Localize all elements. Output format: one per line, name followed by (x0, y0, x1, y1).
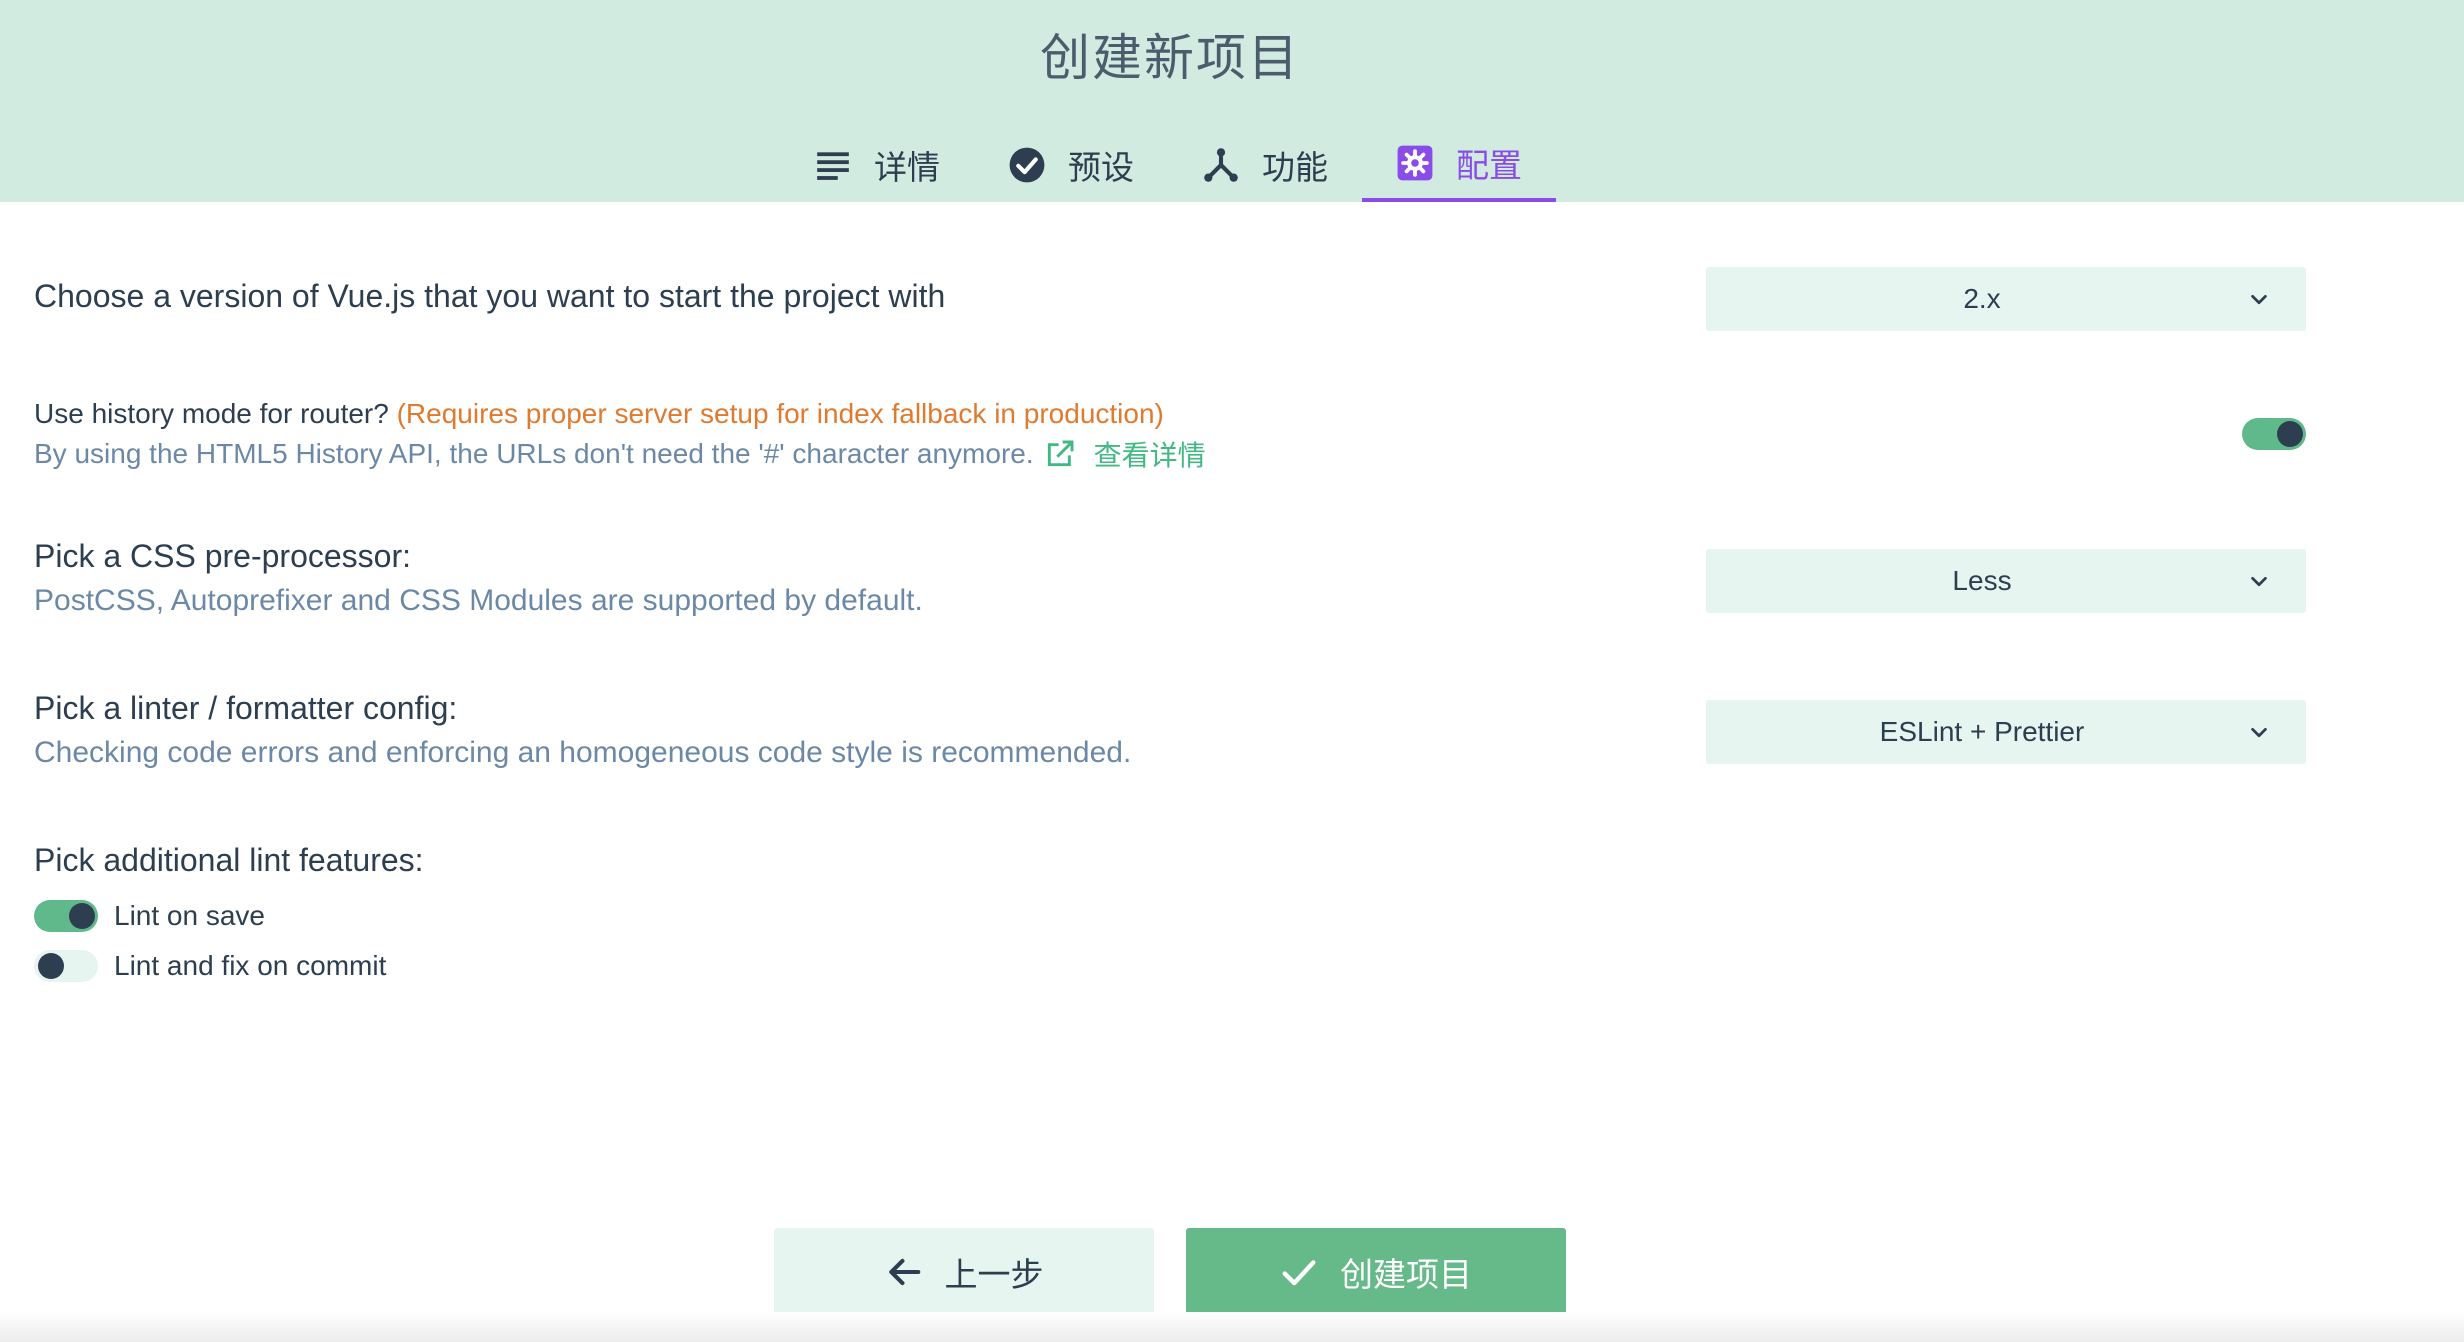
tab-details[interactable]: 详情 (780, 128, 974, 202)
create-project-button[interactable]: 创建项目 (1186, 1228, 1566, 1316)
history-mode-description-row: By using the HTML5 History API, the URLs… (34, 434, 1206, 474)
css-preprocessor-value: Less (1952, 565, 2012, 596)
linter-select[interactable]: ESLint + Prettier (1706, 700, 2306, 764)
history-mode-toggle[interactable] (2242, 418, 2306, 450)
lint-features-label: Pick additional lint features: (34, 842, 424, 878)
header: 创建新项目 详情 预设 功能 配置 (0, 0, 2464, 202)
tab-label: 预设 (1068, 149, 1134, 186)
more-link-label: 查看详情 (1093, 440, 1206, 471)
create-project-label: 创建项目 (1340, 1256, 1472, 1293)
lint-on-save-toggle[interactable] (34, 900, 98, 932)
tab-label: 详情 (874, 149, 940, 186)
toggle-knob (38, 953, 64, 979)
gear-icon (1397, 145, 1433, 181)
check-icon (1282, 1260, 1316, 1286)
history-mode-question: Use history mode for router? (34, 398, 389, 429)
css-preprocessor-select[interactable]: Less (1706, 549, 2306, 613)
previous-step-button[interactable]: 上一步 (774, 1228, 1154, 1316)
bottom-shadow (0, 1312, 2464, 1342)
list-icon (817, 152, 849, 180)
toggle-knob (2277, 421, 2303, 447)
page-title: 创建新项目 (1040, 30, 1300, 86)
linter-value: ESLint + Prettier (1879, 716, 2085, 747)
lint-on-save-label: Lint on save (114, 900, 265, 931)
chevron-down-icon (2251, 294, 2267, 305)
tab-features[interactable]: 功能 (1168, 128, 1362, 202)
vue-version-value: 2.x (1963, 283, 2001, 314)
chevron-down-icon (2251, 576, 2267, 587)
lint-fix-on-commit-toggle[interactable] (34, 950, 98, 982)
history-mode-more-link[interactable]: 查看详情 (1044, 434, 1206, 474)
history-mode-label: Use history mode for router? (Requires p… (34, 398, 1164, 430)
vue-version-select[interactable]: 2.x (1706, 267, 2306, 331)
lint-fix-on-commit-label: Lint and fix on commit (114, 950, 387, 981)
css-preprocessor-description: PostCSS, Autoprefixer and CSS Modules ar… (34, 584, 923, 617)
css-preprocessor-label: Pick a CSS pre-processor: (34, 538, 412, 574)
arrow-left-icon (888, 1258, 920, 1286)
tab-bar: 详情 预设 功能 配置 (780, 128, 1556, 202)
tab-presets[interactable]: 预设 (974, 128, 1168, 202)
fork-icon (1204, 148, 1238, 182)
history-mode-description: By using the HTML5 History API, the URLs… (34, 438, 1034, 469)
tab-configuration[interactable]: 配置 (1362, 128, 1556, 202)
check-circle-icon (1009, 147, 1045, 183)
toggle-knob (69, 903, 95, 929)
tab-label: 功能 (1262, 149, 1328, 186)
linter-description: Checking code errors and enforcing an ho… (34, 736, 1132, 769)
chevron-down-icon (2251, 727, 2267, 738)
history-mode-warning: (Requires proper server setup for index … (396, 398, 1164, 429)
linter-label: Pick a linter / formatter config: (34, 690, 458, 726)
vue-version-label: Choose a version of Vue.js that you want… (34, 278, 946, 314)
external-link-icon (1047, 440, 1074, 467)
previous-step-label: 上一步 (944, 1256, 1044, 1293)
tab-label: 配置 (1456, 147, 1522, 184)
